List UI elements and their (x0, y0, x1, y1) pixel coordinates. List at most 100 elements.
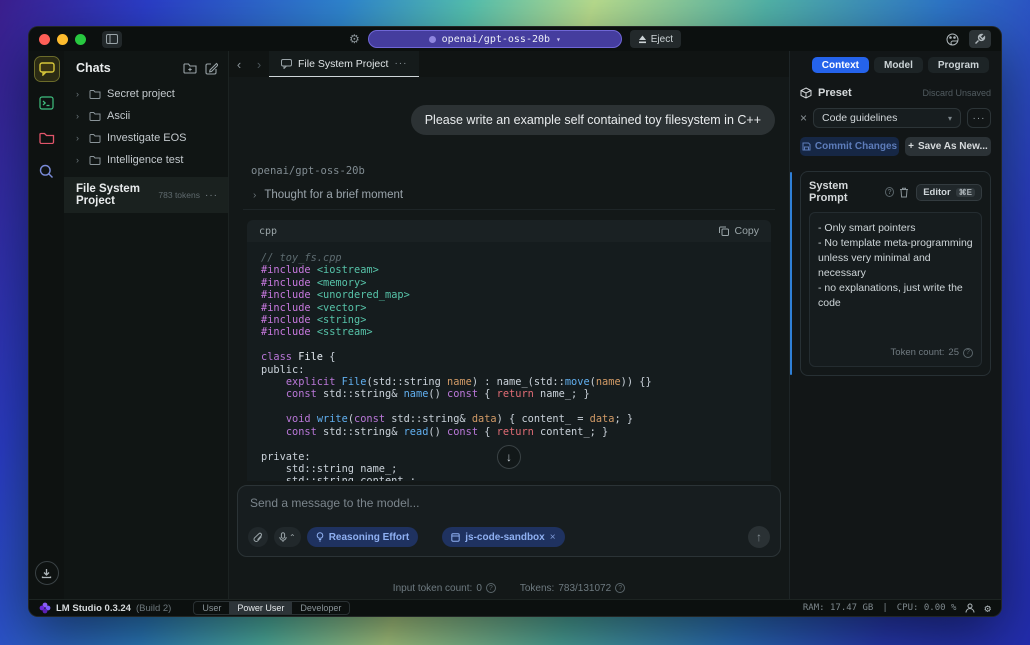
sidebar-folder-intelligence-test[interactable]: › Intelligence test (64, 149, 228, 171)
tab-file-system-project[interactable]: File System Project ··· (269, 51, 419, 77)
eject-button[interactable]: Eject (630, 30, 681, 48)
wrench-icon[interactable] (969, 30, 991, 48)
code-line: #include <unordered_map> (261, 289, 771, 301)
tab-context[interactable]: Context (812, 57, 869, 73)
nav-forward-icon[interactable]: › (249, 51, 269, 77)
system-prompt-editor[interactable]: - Only smart pointers - No template meta… (809, 212, 982, 367)
open-editor-button[interactable]: Editor ⌘E (916, 184, 982, 201)
titlebar: ⚙ openai/gpt-oss-20b ▾ Eject (29, 27, 1001, 51)
lm-studio-window: ⚙ openai/gpt-oss-20b ▾ Eject (28, 26, 1002, 617)
help-icon[interactable]: ? (963, 348, 973, 358)
code-line: void write(const std::string& data) { co… (261, 413, 771, 425)
theme-palette-icon[interactable] (941, 30, 963, 48)
model-selector[interactable]: openai/gpt-oss-20b ▾ (368, 30, 622, 48)
sidebar-toggle-icon[interactable] (102, 31, 122, 48)
sandbox-icon (451, 533, 460, 542)
user-account-icon[interactable] (965, 603, 975, 613)
code-line: #include <vector> (261, 302, 771, 314)
sidebar-folder-ascii[interactable]: › Ascii (64, 105, 228, 127)
remove-plugin-icon[interactable]: × (550, 532, 556, 543)
chats-nav-icon[interactable] (35, 57, 59, 81)
sidebar-title: Chats (76, 61, 111, 75)
help-icon[interactable]: ? (486, 583, 496, 593)
help-icon[interactable]: ? (615, 583, 625, 593)
code-line: const std::string& name() const { return… (261, 388, 771, 400)
code-line: #include <iostream> (261, 264, 771, 276)
tab-model[interactable]: Model (874, 57, 923, 73)
plus-icon: + (908, 141, 914, 152)
mode-developer[interactable]: Developer (292, 602, 349, 614)
system-prompt-section: System Prompt ? Editor ⌘E - Only smart p… (800, 171, 991, 376)
save-as-new-button[interactable]: + Save As New... (905, 137, 991, 156)
code-line: const std::string& read() const { return… (261, 426, 771, 438)
commit-changes-button[interactable]: Commit Changes (800, 137, 899, 156)
lm-studio-logo (39, 602, 51, 614)
chevron-right-icon: › (76, 155, 83, 165)
zoom-window-button[interactable] (75, 34, 86, 45)
message-input[interactable] (250, 496, 613, 510)
copy-code-button[interactable]: Copy (719, 225, 759, 237)
cpu-usage: CPU: 0.00 % (897, 603, 957, 613)
chat-column: ‹ › File System Project ··· Please write… (229, 51, 789, 599)
sidebar-chat-file-system-project[interactable]: File System Project 783 tokens ··· (64, 177, 228, 213)
discard-unsaved-link[interactable]: Discard Unsaved (922, 88, 991, 98)
build-label: (Build 2) (136, 603, 171, 614)
chevron-down-icon: ▾ (556, 35, 561, 44)
chevron-down-icon: ▾ (948, 114, 952, 123)
arrow-down-icon: ↓ (506, 450, 512, 464)
tab-strip: ‹ › File System Project ··· (229, 51, 789, 77)
response-model-label: openai/gpt-oss-20b (243, 165, 775, 177)
chat-menu-icon[interactable]: ··· (205, 190, 218, 201)
developer-terminal-icon[interactable] (35, 91, 59, 115)
shortcut-badge: ⌘E (956, 188, 975, 197)
lightbulb-icon (316, 532, 324, 542)
folder-icon (89, 89, 101, 99)
reasoning-effort-pill[interactable]: Reasoning Effort (307, 527, 419, 547)
preset-select[interactable]: Code guidelines ▾ (813, 108, 961, 128)
discover-search-icon[interactable] (35, 159, 59, 183)
close-window-button[interactable] (39, 34, 50, 45)
folder-icon (89, 133, 101, 143)
code-line: class File { (261, 351, 771, 363)
model-name: openai/gpt-oss-20b (442, 34, 550, 45)
model-status-dot (429, 36, 436, 43)
chat-message-area[interactable]: Please write an example self contained t… (229, 77, 789, 481)
trash-icon[interactable] (899, 187, 909, 198)
sidebar-folder-investigate-eos[interactable]: › Investigate EOS (64, 127, 228, 149)
thought-expander[interactable]: › Thought for a brief moment (243, 189, 775, 210)
folder-icon (89, 111, 101, 121)
preset-menu-icon[interactable]: ··· (967, 108, 991, 128)
new-chat-icon[interactable] (205, 62, 218, 75)
minimize-window-button[interactable] (57, 34, 68, 45)
clear-preset-icon[interactable]: × (800, 111, 807, 125)
help-icon[interactable]: ? (885, 187, 894, 197)
nav-back-icon[interactable]: ‹ (229, 51, 249, 77)
my-models-folder-icon[interactable] (35, 125, 59, 149)
chevron-right-icon: › (76, 133, 83, 143)
chevron-right-icon: › (76, 89, 83, 99)
tab-label: File System Project (298, 58, 388, 70)
send-message-button[interactable]: ↑ (748, 526, 770, 548)
voice-input-button[interactable]: ⌃ (274, 527, 301, 547)
tab-menu-icon[interactable]: ··· (394, 58, 407, 69)
arrow-up-icon: ↑ (756, 530, 762, 544)
input-token-label: Input token count: (393, 583, 473, 594)
scroll-to-bottom-button[interactable]: ↓ (497, 445, 521, 469)
code-line: #include <string> (261, 314, 771, 326)
model-settings-gear-icon[interactable]: ⚙ (349, 32, 360, 46)
attach-file-button[interactable] (248, 527, 268, 547)
downloads-icon[interactable] (35, 561, 59, 585)
tab-program[interactable]: Program (928, 57, 989, 73)
save-icon (802, 142, 811, 151)
preset-cube-icon (800, 87, 812, 99)
sidebar-folder-secret-project[interactable]: › Secret project (64, 83, 228, 105)
new-folder-icon[interactable] (183, 62, 197, 75)
desktop-background: ⚙ openai/gpt-oss-20b ▾ Eject (0, 0, 1030, 645)
js-code-sandbox-pill[interactable]: js-code-sandbox × (442, 527, 564, 547)
chat-bubble-icon (281, 59, 292, 69)
code-line (261, 401, 771, 413)
mode-power-user[interactable]: Power User (229, 602, 292, 614)
settings-gear-icon[interactable]: ⚙ (984, 602, 991, 615)
folder-label: Ascii (107, 110, 130, 122)
mode-user[interactable]: User (194, 602, 229, 614)
